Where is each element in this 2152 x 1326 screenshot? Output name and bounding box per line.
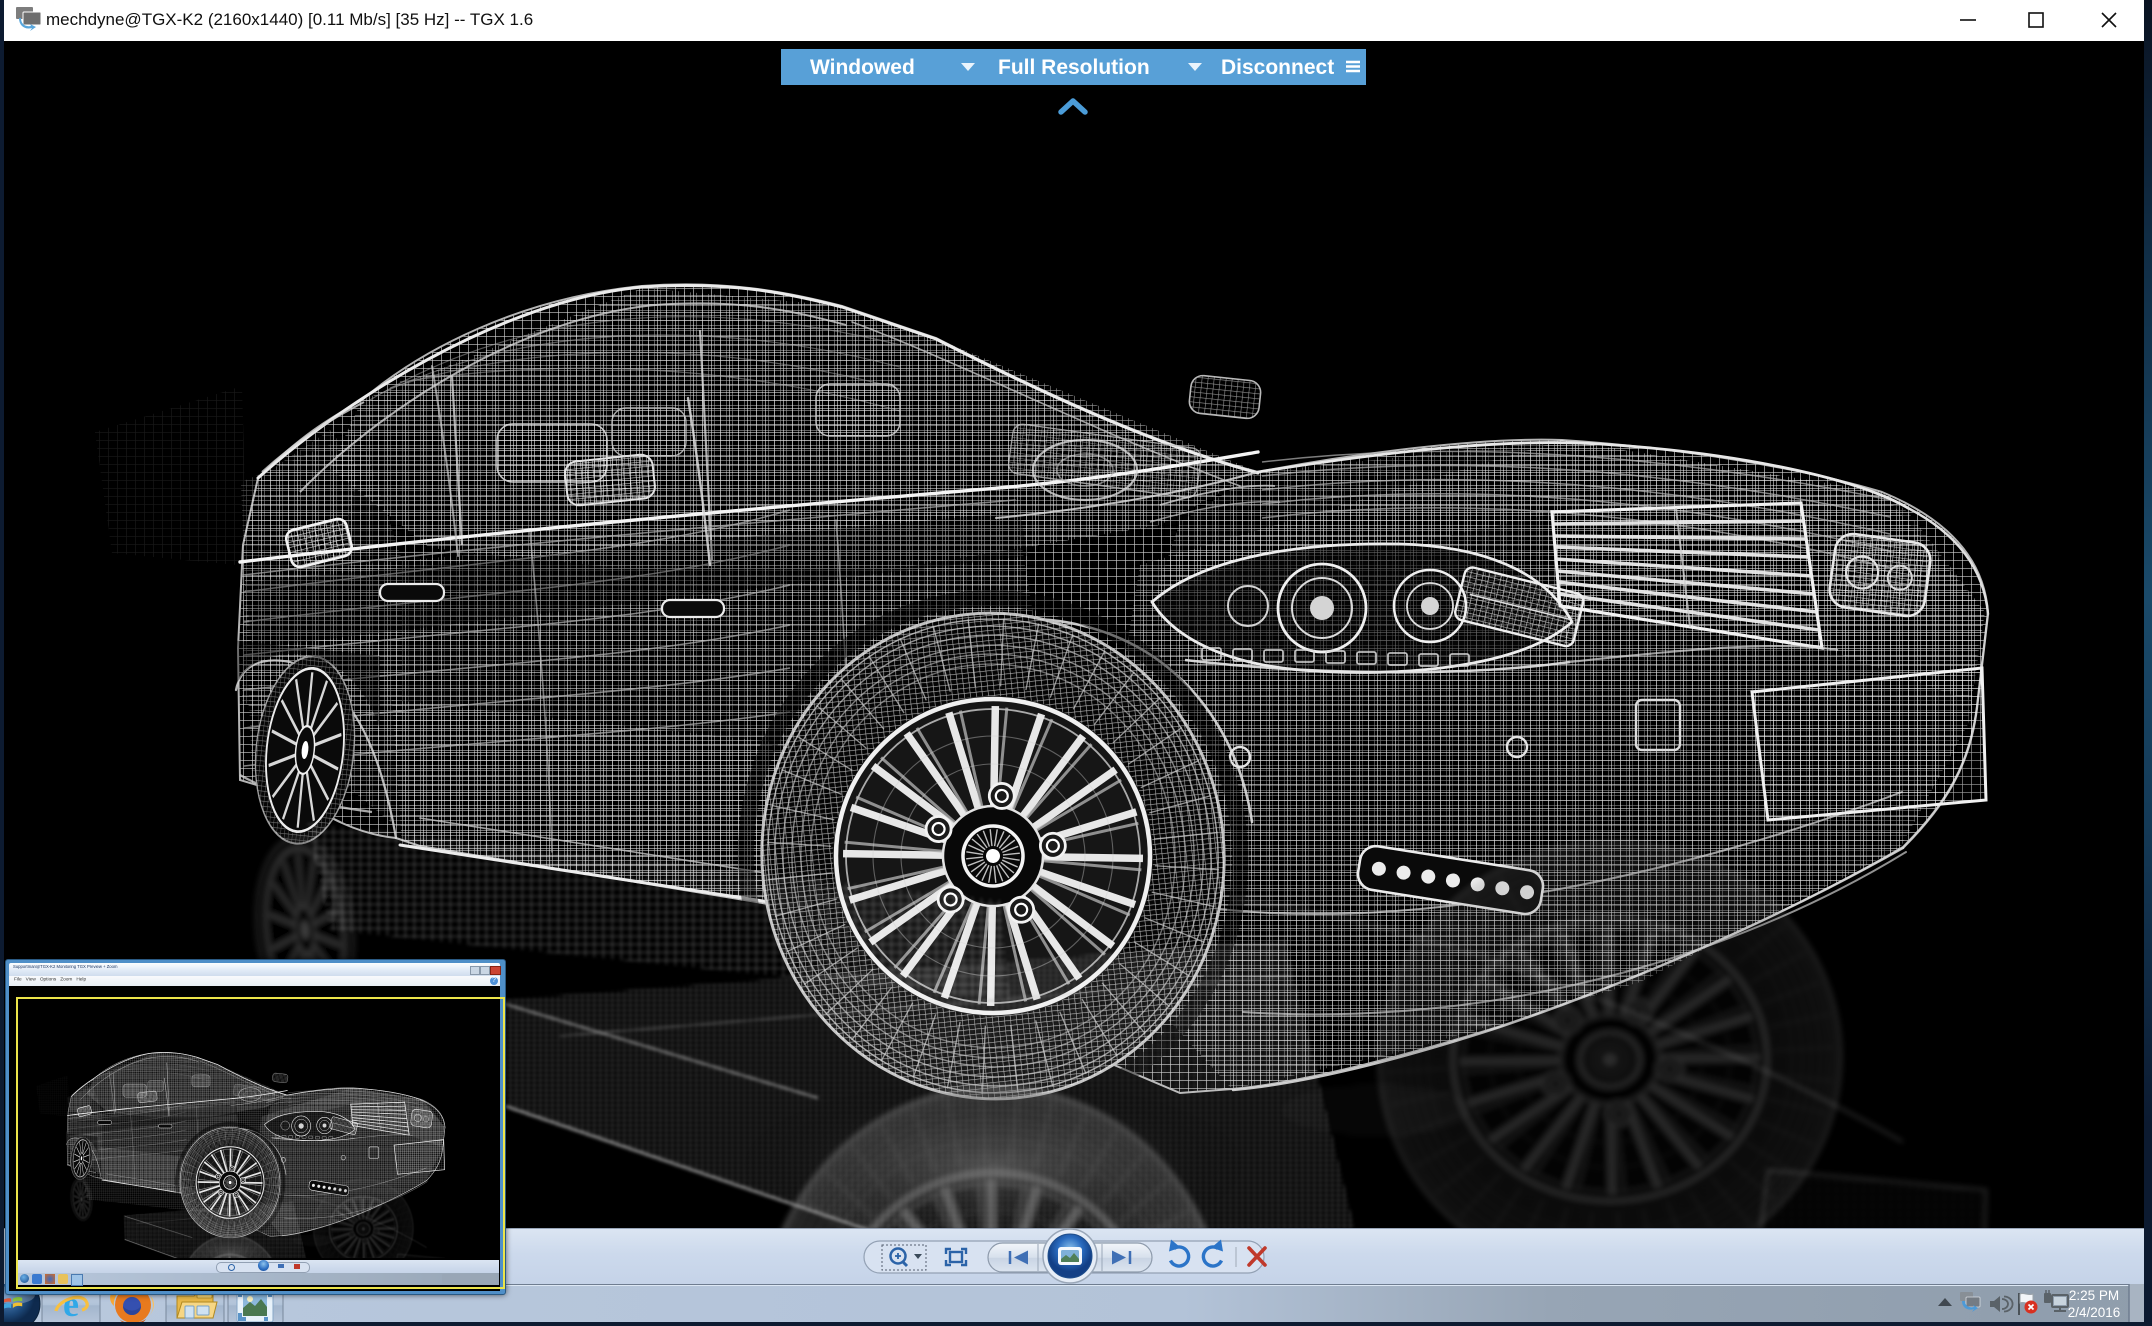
svg-text:2/4/2016: 2/4/2016 <box>2068 1305 2121 1320</box>
svg-text:2:25 PM: 2:25 PM <box>2069 1288 2119 1303</box>
